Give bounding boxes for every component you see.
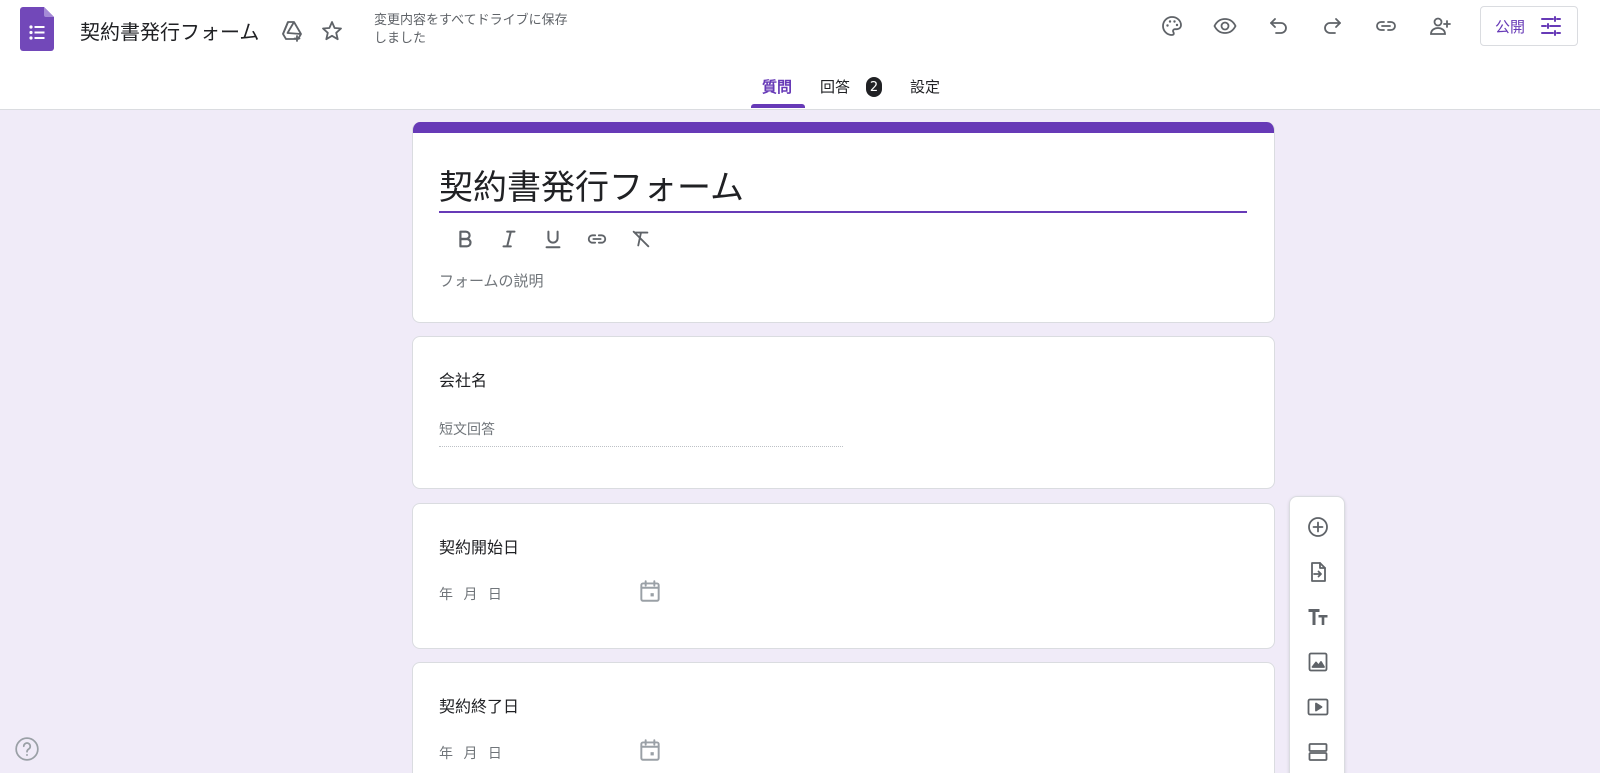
- tune-icon: [1541, 16, 1561, 36]
- insert-link-icon[interactable]: [581, 223, 613, 255]
- question-card-company[interactable]: 会社名 短文回答: [412, 336, 1275, 489]
- form-title-input[interactable]: 契約書発行フォーム: [439, 160, 744, 209]
- move-to-folder-icon[interactable]: [274, 13, 310, 49]
- bold-icon[interactable]: [449, 223, 481, 255]
- format-toolbar: [449, 223, 657, 255]
- tab-responses[interactable]: 回答: [820, 76, 850, 97]
- publish-button[interactable]: 公開: [1480, 6, 1578, 46]
- document-title[interactable]: 契約書発行フォーム: [80, 16, 259, 45]
- calendar-icon: [640, 580, 660, 602]
- add-section-icon[interactable]: [1300, 734, 1336, 770]
- floating-side-toolbar: [1289, 496, 1345, 773]
- google-forms-logo-icon[interactable]: [20, 7, 54, 51]
- question-title[interactable]: 会社名: [439, 367, 487, 391]
- theme-color-bar: [413, 122, 1274, 133]
- add-collaborator-icon[interactable]: [1422, 8, 1458, 44]
- underline-icon[interactable]: [537, 223, 569, 255]
- responses-count-badge: 2: [866, 77, 882, 97]
- question-card-end-date[interactable]: 契約終了日 年 月 日: [412, 662, 1275, 773]
- date-field: 年 月 日: [439, 580, 663, 612]
- date-placeholder: 年 月 日: [439, 587, 505, 603]
- redo-icon[interactable]: [1314, 8, 1350, 44]
- publish-label: 公開: [1494, 17, 1525, 36]
- calendar-icon: [640, 739, 660, 761]
- italic-icon[interactable]: [493, 223, 525, 255]
- question-title[interactable]: 契約終了日: [439, 693, 519, 717]
- clear-format-icon[interactable]: [625, 223, 657, 255]
- add-question-icon[interactable]: [1300, 509, 1336, 545]
- import-questions-icon[interactable]: [1300, 554, 1336, 590]
- tab-questions[interactable]: 質問: [762, 76, 792, 97]
- form-title-card[interactable]: 契約書発行フォーム フォームの説明: [412, 122, 1275, 323]
- form-description-input[interactable]: フォームの説明: [439, 270, 544, 291]
- date-placeholder: 年 月 日: [439, 746, 505, 762]
- date-field: 年 月 日: [439, 739, 663, 771]
- save-status-text: 変更内容をすべてドライブに保存しました: [374, 13, 568, 46]
- app-header: 契約書発行フォーム 変更内容をすべてドライブに保存しました 公開 質問 回答 2…: [0, 0, 1600, 110]
- palette-icon[interactable]: [1154, 8, 1190, 44]
- short-answer-placeholder: 短文回答: [439, 417, 843, 447]
- preview-eye-icon[interactable]: [1207, 8, 1243, 44]
- tab-bar: 質問 回答 2 設定: [0, 66, 1600, 110]
- question-card-start-date[interactable]: 契約開始日 年 月 日: [412, 503, 1275, 649]
- add-title-icon[interactable]: [1300, 599, 1336, 635]
- link-icon[interactable]: [1368, 8, 1404, 44]
- active-tab-indicator: [751, 104, 805, 108]
- undo-icon[interactable]: [1261, 8, 1297, 44]
- star-icon[interactable]: [314, 13, 350, 49]
- title-focus-underline: [439, 211, 1247, 213]
- question-title[interactable]: 契約開始日: [439, 534, 519, 558]
- help-icon[interactable]: [14, 736, 40, 762]
- add-image-icon[interactable]: [1300, 644, 1336, 680]
- add-video-icon[interactable]: [1300, 689, 1336, 725]
- tab-settings[interactable]: 設定: [910, 76, 940, 97]
